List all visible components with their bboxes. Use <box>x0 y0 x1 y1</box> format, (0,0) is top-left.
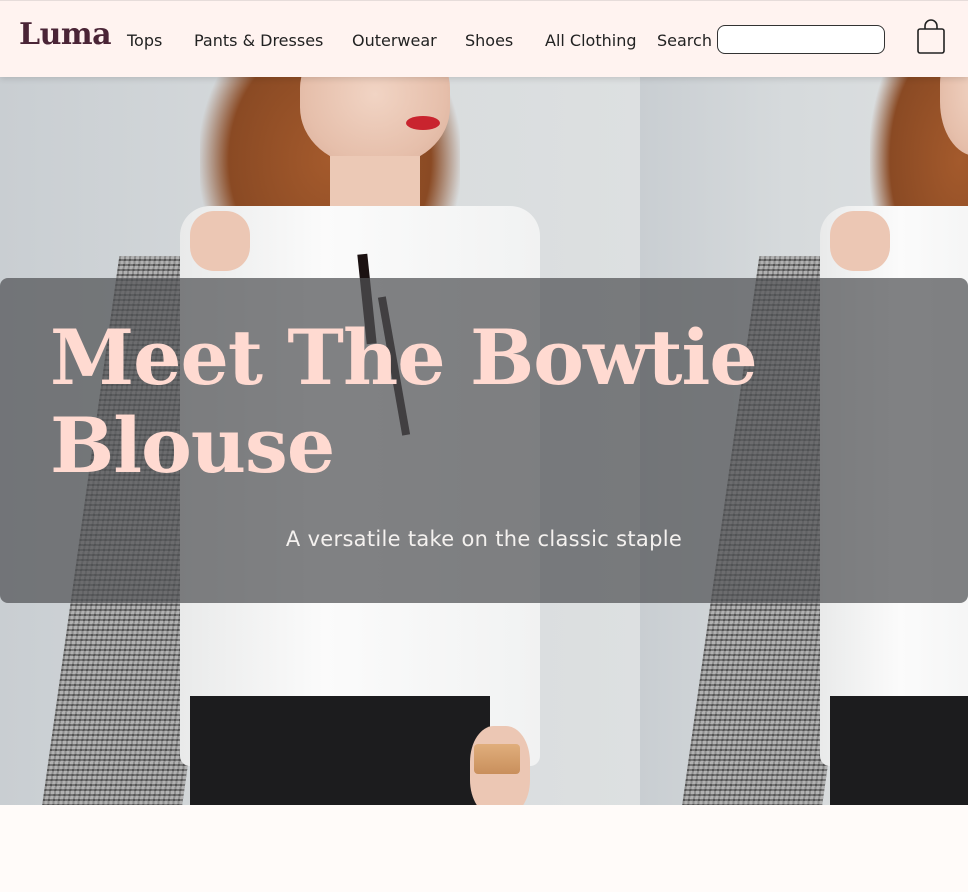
page-content-area <box>0 805 968 892</box>
hero-title: Meet The Bowtie Blouse <box>50 313 758 490</box>
hero-subtitle: A versatile take on the classic staple <box>285 527 683 551</box>
nav-item-tops[interactable]: Tops <box>127 31 162 50</box>
nav-item-all-clothing[interactable]: All Clothing <box>545 31 636 50</box>
search-input[interactable] <box>717 25 885 54</box>
search-label: Search <box>657 31 712 50</box>
nav-item-pants-dresses[interactable]: Pants & Dresses <box>194 31 323 50</box>
brand-logo[interactable]: Luma <box>19 17 112 52</box>
nav-item-shoes[interactable]: Shoes <box>465 31 513 50</box>
nav-item-outerwear[interactable]: Outerwear <box>352 31 437 50</box>
site-header: Luma Tops Pants & Dresses Outerwear Shoe… <box>0 0 968 77</box>
shopping-bag-icon[interactable] <box>913 19 949 57</box>
